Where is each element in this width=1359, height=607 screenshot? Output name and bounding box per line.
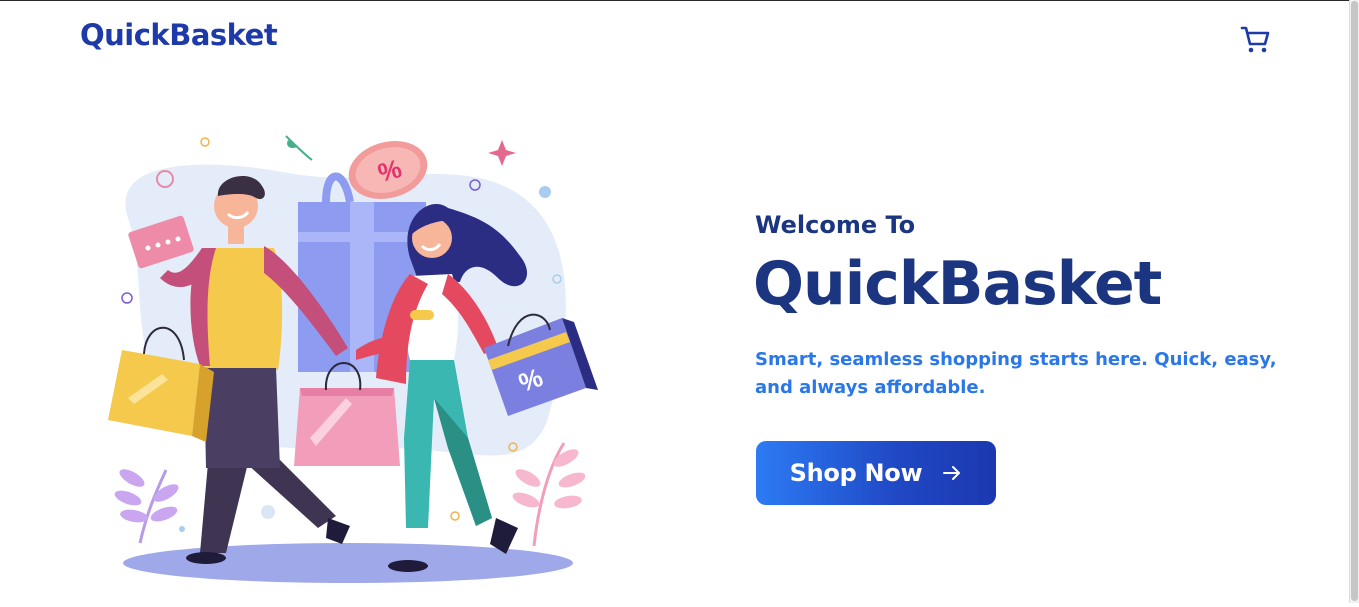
arrow-right-icon	[943, 466, 961, 480]
site-logo[interactable]: QuickBasket	[80, 18, 278, 52]
couple-shopping-illustration: % %	[88, 98, 608, 603]
shop-now-label: Shop Now	[789, 459, 923, 487]
hero-brand-title: QuickBasket	[753, 249, 1162, 319]
cart-button[interactable]	[1238, 24, 1272, 56]
welcome-heading: Welcome To	[755, 211, 916, 239]
hero-tagline: Smart, seamless shopping starts here. Qu…	[755, 349, 1277, 398]
vertical-scrollbar[interactable]	[1349, 0, 1359, 603]
shop-now-button[interactable]: Shop Now	[756, 441, 996, 505]
shopping-cart-icon	[1240, 26, 1270, 53]
scrollbar-thumb[interactable]	[1351, 1, 1358, 601]
window-top-border	[0, 0, 1359, 1]
